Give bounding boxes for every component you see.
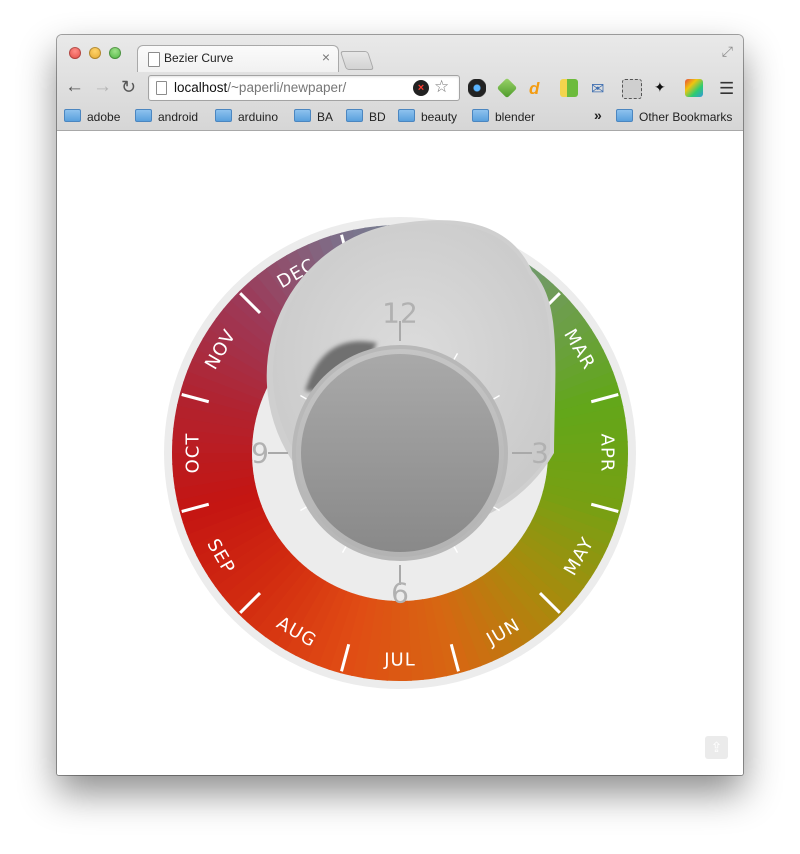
address-bar[interactable]: localhost/~paperli/newpaper/ × ☆ [148, 75, 460, 101]
zoom-window-button[interactable] [109, 47, 121, 59]
bookmark-label: blender [495, 110, 536, 124]
hour-label-3: 3 [531, 437, 549, 470]
fullscreen-icon[interactable]: ⤢ [722, 43, 733, 60]
new-tab-button[interactable] [339, 51, 375, 70]
share-icon[interactable]: ⇪ [705, 736, 728, 759]
page-content: JANFEBMARAPRMAYJUNJULAUGSEPOCTNOVDEC 123… [57, 131, 743, 775]
folder-icon [135, 109, 152, 122]
reload-icon[interactable]: ↻ [121, 77, 136, 97]
folder-icon [294, 109, 311, 122]
dropbox-extension-icon[interactable]: ✦ [654, 79, 672, 97]
bookmark-label: BD [369, 110, 386, 124]
more-bookmarks-chevron-icon[interactable]: » [594, 107, 602, 123]
bookmark-label: arduino [238, 110, 279, 124]
folder-icon [64, 109, 81, 122]
camera-extension-icon[interactable] [468, 79, 486, 97]
star-icon[interactable]: ☆ [434, 77, 449, 97]
forward-arrow-icon[interactable]: → [93, 77, 112, 97]
delicious-extension-icon[interactable]: d [529, 79, 547, 98]
bookmark-bd[interactable]: BD [346, 109, 386, 124]
url-path: /~paperli/newpaper/ [227, 80, 347, 95]
bookmark-adobe[interactable]: adobe [64, 109, 120, 124]
folder-icon [472, 109, 489, 122]
bookmark-blender[interactable]: blender [472, 109, 535, 124]
folder-icon [616, 109, 633, 122]
back-arrow-icon[interactable]: ← [65, 77, 84, 97]
browser-window: Bezier Curve × ⤢ ← → ↻ localhost/~paperl… [57, 35, 743, 775]
bookmark-label: adobe [87, 110, 121, 124]
notes-extension-icon[interactable] [560, 79, 578, 97]
hour-label-12: 12 [382, 297, 418, 330]
tab-close-icon[interactable]: × [322, 49, 330, 65]
bookmark-arduino[interactable]: arduino [215, 109, 278, 124]
center-knob[interactable] [301, 354, 499, 552]
url-host: localhost [174, 80, 228, 95]
bookmark-android[interactable]: android [135, 109, 198, 124]
bookmark-label: Other Bookmarks [639, 110, 733, 124]
color-extension-icon[interactable] [685, 79, 703, 97]
hamburger-menu-icon[interactable]: ☰ [719, 79, 734, 99]
year-clock-widget: JANFEBMARAPRMAYJUNJULAUGSEPOCTNOVDEC 123… [164, 217, 636, 689]
folder-icon [346, 109, 363, 122]
evernote-extension-icon[interactable] [622, 79, 642, 99]
folder-icon [215, 109, 232, 122]
page-icon [148, 52, 160, 67]
bookmark-beauty[interactable]: beauty [398, 109, 457, 124]
bookmark-ba[interactable]: BA [294, 109, 333, 124]
close-window-button[interactable] [69, 47, 81, 59]
mail-extension-icon[interactable]: ✉ [591, 79, 609, 98]
bookmark-label: android [158, 110, 199, 124]
bookmark-other[interactable]: Other Bookmarks [616, 109, 732, 124]
month-label-apr: APR [597, 434, 618, 473]
tab-title: Bezier Curve [164, 51, 234, 65]
bookmarks-bar: adobe android arduino BA BD beauty blend… [57, 105, 743, 129]
month-label-jul: JUL [383, 650, 416, 671]
browser-chrome: Bezier Curve × ⤢ ← → ↻ localhost/~paperl… [57, 35, 743, 131]
minimize-window-button[interactable] [89, 47, 101, 59]
folder-icon [398, 109, 415, 122]
bookmark-label: BA [317, 110, 334, 124]
feedly-extension-icon[interactable] [496, 77, 518, 99]
bookmark-label: beauty [421, 110, 458, 124]
page-icon [156, 81, 167, 95]
month-label-oct: OCT [183, 433, 204, 474]
url-text[interactable]: localhost/~paperli/newpaper/ [174, 80, 346, 95]
toolbar: ← → ↻ localhost/~paperli/newpaper/ × ☆ d… [57, 72, 743, 105]
hour-label-6: 6 [391, 577, 409, 610]
tab-bezier-curve[interactable]: Bezier Curve × [137, 45, 339, 72]
stop-extension-icon[interactable]: × [413, 80, 429, 96]
hour-label-9: 9 [251, 437, 269, 470]
